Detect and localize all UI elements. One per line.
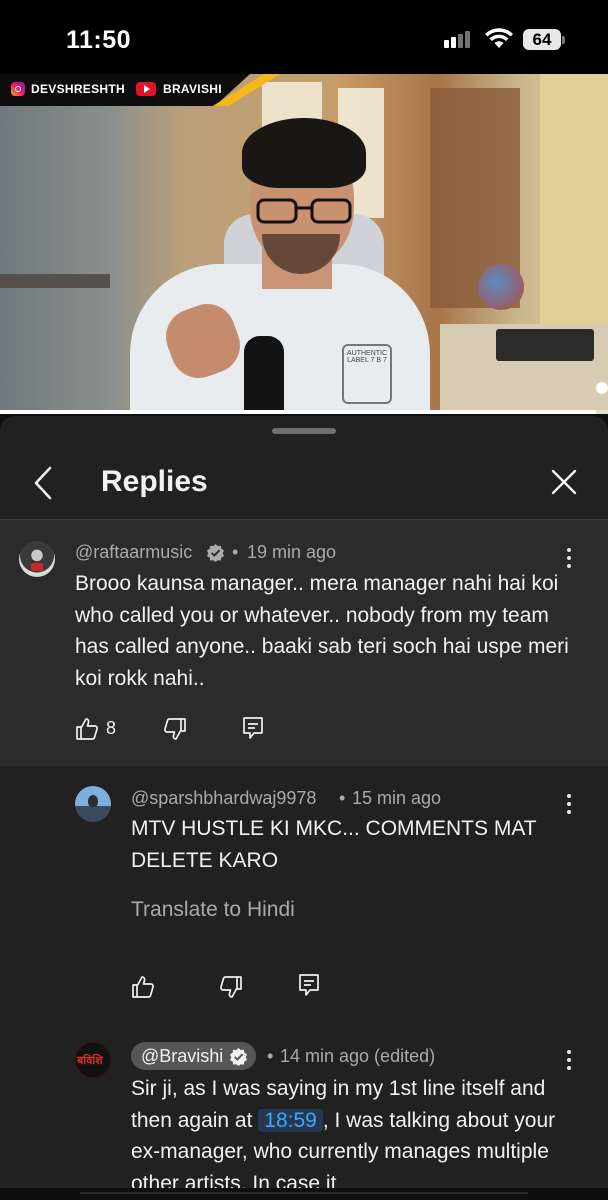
meta-separator: • bbox=[339, 788, 346, 808]
status-time: 11:50 bbox=[66, 26, 132, 54]
verified-icon bbox=[206, 543, 225, 562]
sheet-drag-handle[interactable] bbox=[272, 428, 336, 434]
reply-icon[interactable] bbox=[242, 716, 264, 740]
video-background-shelf bbox=[0, 274, 110, 288]
close-icon[interactable] bbox=[550, 468, 578, 496]
video-background-globe bbox=[478, 264, 524, 310]
youtube-icon bbox=[136, 82, 156, 96]
reply-icon[interactable] bbox=[298, 973, 320, 997]
wifi-icon bbox=[485, 28, 513, 48]
video-progress-bar[interactable] bbox=[0, 410, 608, 414]
more-options-icon[interactable] bbox=[566, 794, 572, 818]
video-shirt-label: AUTHENTIC LABEL 7 B 7 bbox=[342, 344, 392, 404]
meta-separator: • bbox=[232, 542, 239, 562]
video-microphone bbox=[244, 336, 284, 414]
instagram-handle: DEVSHRESHTH bbox=[31, 82, 125, 96]
avatar[interactable] bbox=[75, 786, 111, 822]
video-person-glasses bbox=[256, 198, 352, 224]
chevron-left-icon[interactable] bbox=[30, 466, 60, 500]
reply-text: MTV HUSTLE KI MKC... COMMENTS MAT DELETE… bbox=[131, 817, 537, 872]
thumbs-down-icon[interactable] bbox=[163, 717, 187, 741]
reply-text: Sir ji, as I was saying in my 1st line i… bbox=[131, 1073, 571, 1199]
youtube-channel: BRAVISHI bbox=[163, 82, 222, 96]
avatar-logo-text: बविशि bbox=[77, 1055, 103, 1067]
video-player[interactable]: AUTHENTIC LABEL 7 B 7 DEVSHRESHTH BRAVIS… bbox=[0, 74, 608, 414]
thumbs-up-icon[interactable] bbox=[131, 975, 155, 999]
reply-author[interactable]: @sparshbhardwaj9978 bbox=[131, 788, 316, 809]
instagram-icon bbox=[11, 82, 25, 96]
meta-separator: • bbox=[267, 1046, 274, 1066]
verified-icon bbox=[230, 1047, 248, 1066]
thumbs-up-icon[interactable] bbox=[75, 717, 99, 741]
like-count: 8 bbox=[106, 718, 117, 738]
battery-indicator: 64 bbox=[523, 29, 561, 50]
video-person-hair bbox=[242, 118, 366, 188]
thumbs-down-icon[interactable] bbox=[219, 975, 243, 999]
creator-author-chip[interactable]: @Bravishi bbox=[131, 1042, 257, 1070]
sheet-title: Replies bbox=[101, 465, 208, 498]
cellular-signal-icon bbox=[444, 30, 472, 48]
video-background-laptop bbox=[496, 329, 594, 361]
comment-text: Brooo kaunsa manager.. mera manager nahi… bbox=[75, 572, 569, 690]
avatar[interactable] bbox=[19, 541, 55, 577]
comment-time: 19 min ago bbox=[247, 542, 337, 562]
bottom-edge-line bbox=[80, 1192, 528, 1194]
video-progress-fill bbox=[0, 410, 596, 414]
reply-author: @Bravishi bbox=[141, 1045, 224, 1066]
comment-author[interactable]: @raftaarmusic bbox=[75, 542, 192, 563]
bottom-edge bbox=[0, 1188, 608, 1200]
more-options-icon[interactable] bbox=[566, 548, 572, 572]
video-scrubber-handle[interactable] bbox=[596, 382, 608, 394]
translate-link[interactable]: Translate to Hindi bbox=[131, 898, 295, 922]
battery-tip bbox=[562, 36, 565, 44]
timestamp-link[interactable]: 18:59 bbox=[258, 1108, 323, 1132]
reply-time: 15 min ago bbox=[352, 788, 442, 808]
video-background-wall bbox=[540, 74, 608, 334]
more-options-icon[interactable] bbox=[566, 1050, 572, 1074]
reply-time: 14 min ago (edited) bbox=[280, 1046, 436, 1066]
